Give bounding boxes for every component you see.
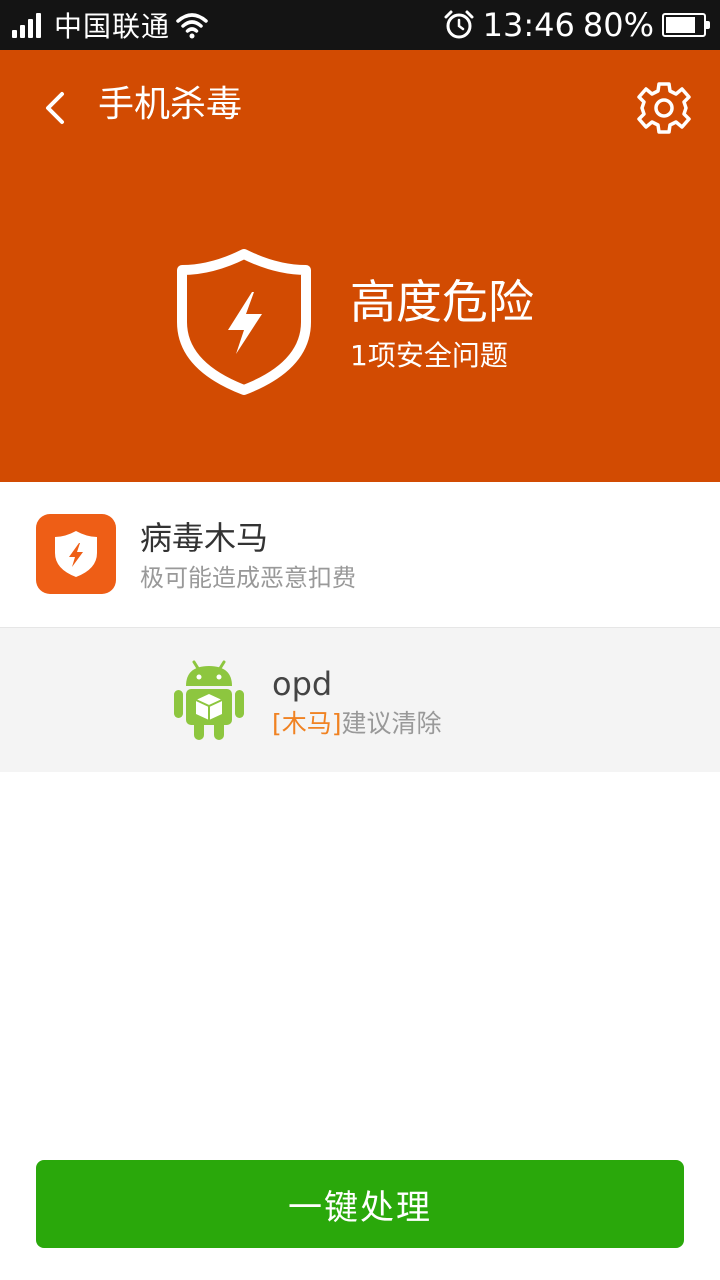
battery-percent: 80% [582, 6, 654, 44]
gear-icon[interactable] [636, 80, 692, 136]
alarm-icon [444, 10, 474, 39]
battery-icon [662, 13, 710, 37]
status-bar: 中国联通 13:46 80% [0, 0, 720, 50]
android-app-icon [174, 660, 244, 740]
shield-lightning-icon [36, 514, 116, 594]
category-title: 病毒木马 [140, 519, 269, 557]
wifi-icon [176, 13, 208, 39]
category-row: 病毒木马 极可能造成恶意扣费 [0, 482, 720, 628]
header: 手机杀毒 高度危险 1项安全问题 [0, 50, 720, 482]
status-time: 13:46 [482, 6, 575, 44]
back-arrow-icon[interactable] [34, 86, 78, 130]
risk-level: 高度危险 [350, 275, 534, 329]
threat-status: [木马]建议清除 [272, 706, 442, 742]
threat-advice: 建议清除 [341, 709, 442, 738]
one-click-fix-button[interactable]: 一键处理 [36, 1160, 684, 1248]
signal-icon [12, 12, 44, 38]
page-title: 手机杀毒 [98, 84, 243, 125]
issue-count: 1项安全问题 [350, 339, 508, 372]
shield-lightning-icon [177, 249, 311, 395]
category-description: 极可能造成恶意扣费 [140, 564, 356, 592]
app-name: opd [272, 665, 333, 703]
threat-tag: [木马] [272, 709, 342, 738]
battery-level-fill [666, 17, 695, 33]
status-bar-left: 中国联通 [12, 5, 208, 45]
status-bar-right: 13:46 80% [443, 6, 710, 44]
list-item[interactable]: opd [木马]建议清除 [0, 628, 720, 772]
carrier-name: 中国联通 [54, 10, 171, 43]
